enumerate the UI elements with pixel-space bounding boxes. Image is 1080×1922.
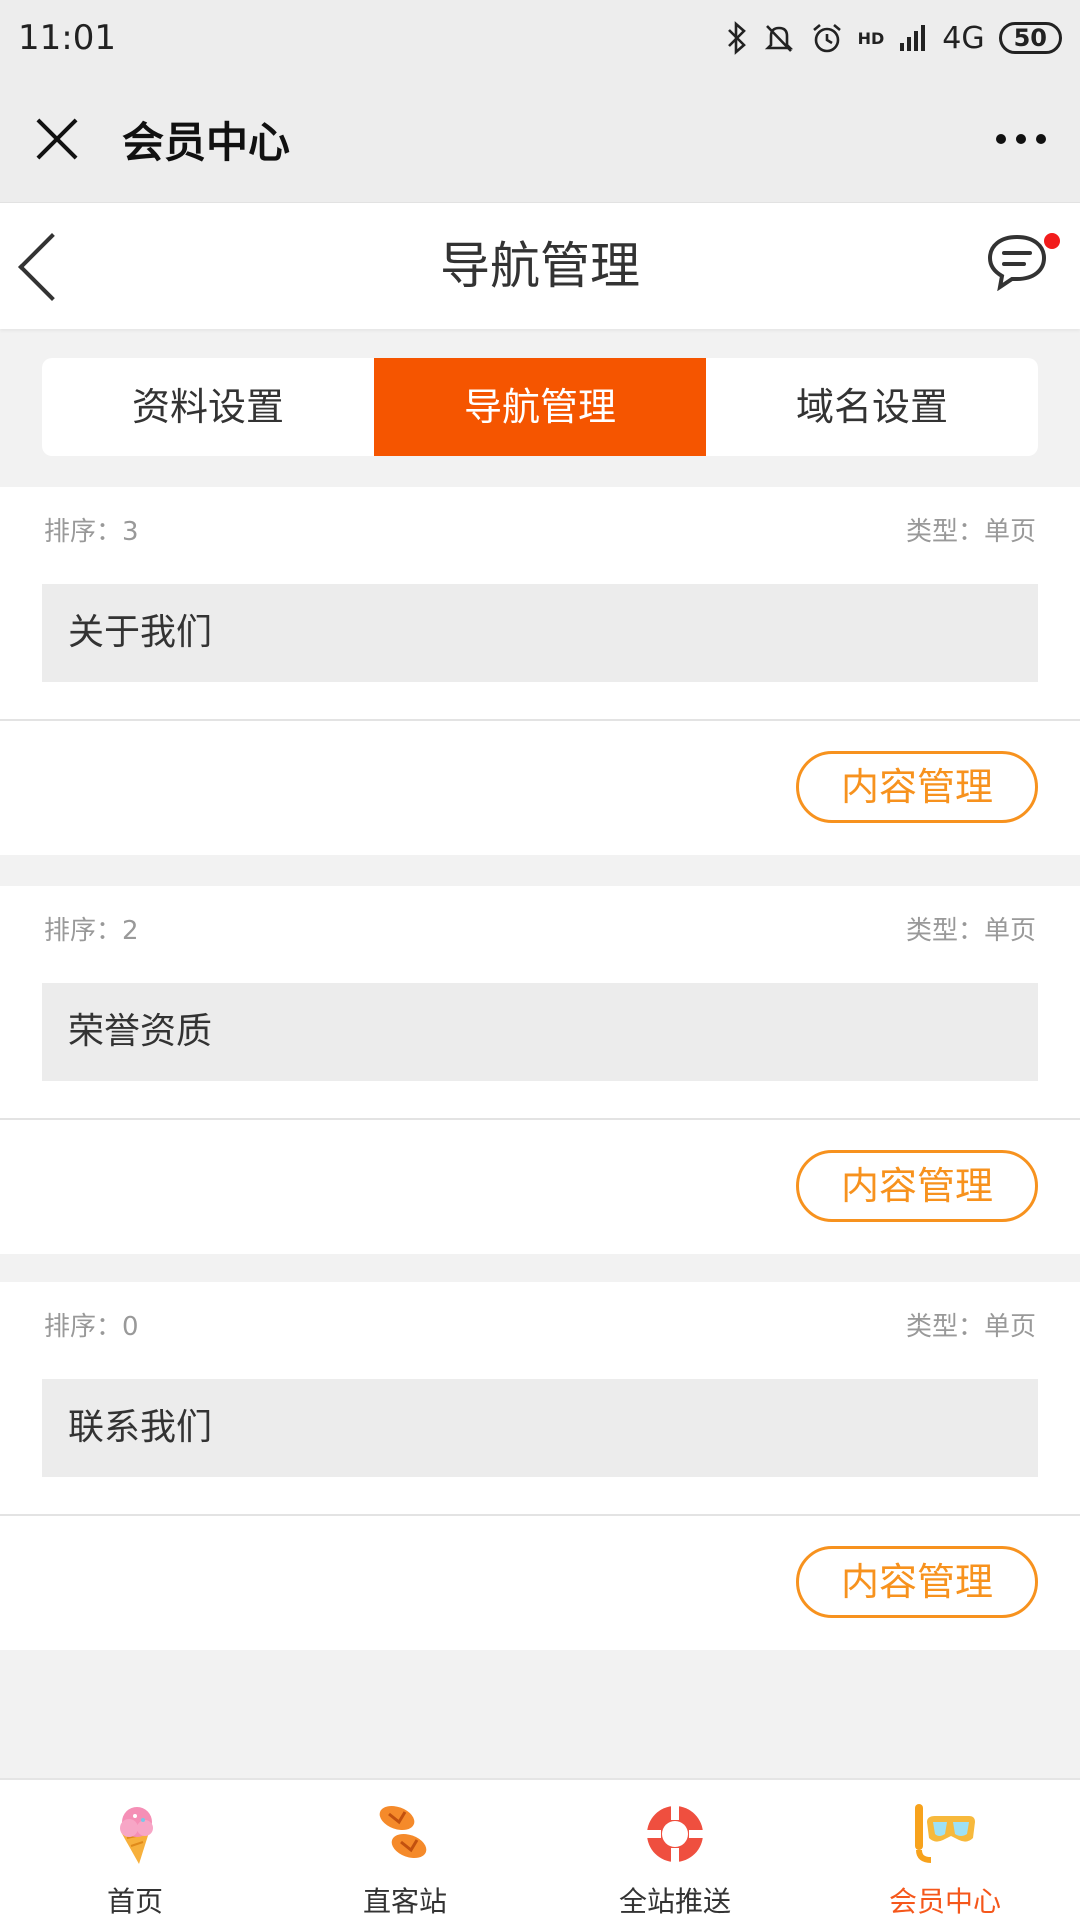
mute-bell-icon <box>764 25 793 52</box>
sort-order: 排序：2 <box>44 916 139 946</box>
signal-icon <box>900 25 926 51</box>
page-header: 导航管理 <box>0 202 1080 329</box>
tab-profile-settings[interactable]: 资料设置 <box>42 358 374 456</box>
sort-order: 排序：3 <box>44 517 139 547</box>
content-manage-button[interactable]: 内容管理 <box>796 1546 1038 1618</box>
tabbar-label: 直客站 <box>362 1885 447 1918</box>
segment-tabs: 资料设置 导航管理 域名设置 <box>42 358 1038 456</box>
tabbar-label: 首页 <box>106 1885 163 1918</box>
flip-flops-icon <box>379 1805 427 1859</box>
tabbar-item-site-push[interactable]: 全站推送 <box>540 1780 810 1922</box>
notification-badge <box>1044 233 1060 249</box>
bluetooth-icon <box>727 21 746 55</box>
nav-item-card: 排序：3 类型：单页 关于我们 内容管理 <box>0 487 1080 855</box>
tab-navigation-management[interactable]: 导航管理 <box>374 358 706 456</box>
lifebuoy-icon <box>647 1806 703 1862</box>
content-manage-button[interactable]: 内容管理 <box>796 1150 1038 1222</box>
page-type: 类型：单页 <box>905 916 1036 946</box>
wechat-title-bar: 会员中心 <box>0 76 1080 202</box>
tabbar-label: 全站推送 <box>618 1885 731 1918</box>
bottom-tab-bar: 首页 直客站 全站推送 会员中心 <box>0 1778 1080 1922</box>
nav-name-field[interactable]: 联系我们 <box>42 1379 1038 1477</box>
snorkel-mask-icon <box>915 1804 975 1863</box>
tabbar-item-member-center[interactable]: 会员中心 <box>810 1780 1080 1922</box>
status-icons: HD 4G 50 <box>726 21 1062 56</box>
wechat-title: 会员中心 <box>122 117 291 167</box>
page-type: 类型：单页 <box>905 1312 1036 1342</box>
message-icon[interactable] <box>984 231 1050 291</box>
battery-indicator: 50 <box>998 22 1062 54</box>
page-title: 导航管理 <box>440 237 640 295</box>
status-bar: 11:01 HD 4G 50 <box>0 0 1080 76</box>
tabbar-label: 会员中心 <box>888 1885 1001 1918</box>
sort-order: 排序：0 <box>44 1312 139 1342</box>
tabbar-item-home[interactable]: 首页 <box>0 1780 270 1922</box>
ice-cream-icon <box>120 1807 153 1864</box>
alarm-icon <box>812 24 841 53</box>
network-type: 4G <box>942 20 985 56</box>
close-icon[interactable] <box>34 116 80 162</box>
content-manage-button[interactable]: 内容管理 <box>796 751 1038 823</box>
nav-name-field[interactable]: 关于我们 <box>42 584 1038 682</box>
more-options-icon[interactable] <box>996 134 1046 144</box>
nav-item-card: 排序：2 类型：单页 荣誉资质 内容管理 <box>0 886 1080 1254</box>
nav-item-card: 排序：0 类型：单页 联系我们 内容管理 <box>0 1282 1080 1650</box>
status-time: 11:01 <box>18 18 116 58</box>
tabbar-item-direct-station[interactable]: 直客站 <box>270 1780 540 1922</box>
hd-indicator: HD <box>857 28 885 48</box>
nav-name-field[interactable]: 荣誉资质 <box>42 983 1038 1081</box>
tab-domain-settings[interactable]: 域名设置 <box>706 358 1038 456</box>
page-type: 类型：单页 <box>905 517 1036 547</box>
